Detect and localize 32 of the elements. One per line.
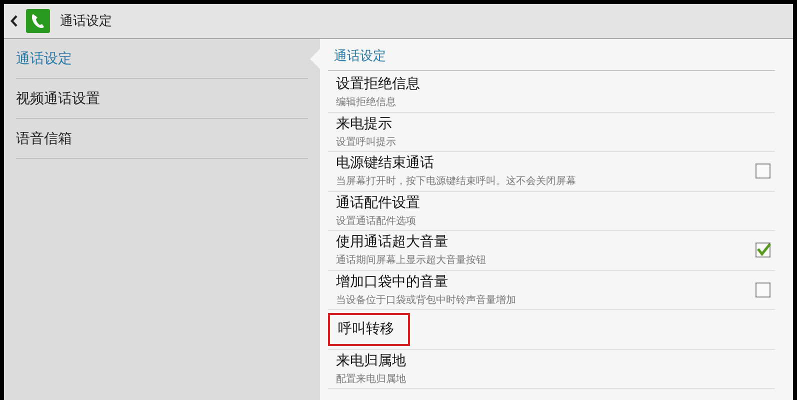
checkbox[interactable]: [755, 163, 771, 180]
row-title: 来电归属地: [336, 352, 406, 370]
section-header: 通话设定: [328, 39, 775, 71]
row-summary: 设置呼叫提示: [336, 136, 396, 149]
row-title: 使用通话超大音量: [336, 233, 448, 252]
phone-app-icon: [26, 9, 50, 33]
settings-row[interactable]: 设置拒绝信息 编辑拒绝信息: [328, 73, 775, 112]
settings-row[interactable]: 使用通话超大音量 通话期间屏幕上显示超大音量按钮: [328, 231, 775, 270]
row-summary: 通话期间屏幕上显示超大音量按钮: [336, 254, 486, 268]
row-title: 电源键结束通话: [336, 154, 434, 172]
row-summary: 当设备位于口袋或背包中时铃声音量增加: [336, 294, 516, 307]
highlighted-row-title: 呼叫转移: [328, 312, 410, 346]
settings-row[interactable]: 来电归属地 配置来电归属地: [328, 350, 775, 389]
row-summary: 设置通话配件选项: [336, 214, 416, 228]
sidebar-item[interactable]: 视频通话设置: [16, 79, 308, 119]
row-summary: 配置来电归属地: [336, 372, 406, 386]
settings-row[interactable]: 电源键结束通话 当屏幕打开时，按下电源键结束呼叫。这不会关闭屏幕: [328, 152, 775, 192]
settings-row[interactable]: 来电提示 设置呼叫提示: [328, 112, 775, 152]
row-summary: 当屏幕打开时，按下电源键结束呼叫。这不会关闭屏幕: [336, 174, 576, 188]
sidebar-item[interactable]: 语音信箱: [16, 119, 308, 159]
row-title: 增加口袋中的音量: [336, 272, 448, 291]
row-title: 设置拒绝信息: [336, 75, 420, 94]
row-summary: 编辑拒绝信息: [336, 96, 396, 110]
settings-row[interactable]: 通话配件设置 设置通话配件选项: [328, 192, 775, 231]
settings-row[interactable]: 呼叫转移: [328, 310, 775, 350]
checked-checkbox[interactable]: [755, 242, 771, 258]
row-title: 来电提示: [336, 114, 392, 133]
checkbox[interactable]: [755, 282, 771, 298]
back-icon[interactable]: [10, 15, 18, 27]
row-title: 通话配件设置: [336, 194, 420, 212]
settings-row[interactable]: 增加口袋中的音量 当设备位于口袋或背包中时铃声音量增加: [328, 270, 775, 310]
screen-title: 通话设定: [60, 13, 112, 30]
